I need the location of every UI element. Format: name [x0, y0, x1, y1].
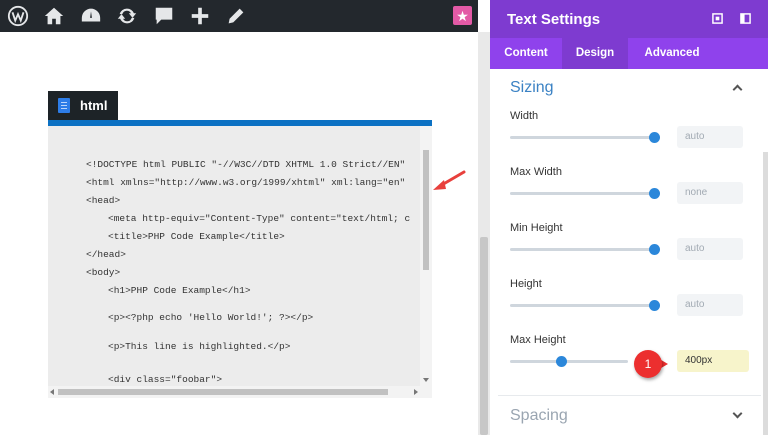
scroll-right-arrow-icon[interactable]: [414, 389, 418, 395]
expand-icon[interactable]: [712, 13, 723, 24]
settings-panel: Text Settings Content Design Advanced Si…: [490, 0, 768, 435]
min-height-slider-track[interactable]: [510, 248, 654, 251]
height-input[interactable]: auto: [677, 294, 743, 316]
code-line: <!DOCTYPE html PUBLIC "-//W3C//DTD XHTML…: [86, 159, 406, 170]
code-line: <meta http-equiv="Content-Type" content=…: [108, 213, 411, 224]
max-height-slider-track[interactable]: [510, 360, 628, 363]
code-line: <head>: [86, 195, 121, 206]
code-vertical-scrollbar[interactable]: [420, 126, 432, 386]
chevron-up-icon[interactable]: [732, 84, 743, 95]
page-scrollbar[interactable]: [478, 32, 490, 435]
dashboard-icon[interactable]: [79, 4, 103, 28]
code-line: <html xmlns="http://www.w3.org/1999/xhtm…: [86, 177, 406, 188]
max-height-input[interactable]: 400px: [677, 350, 749, 372]
field-label-height: Height: [510, 278, 542, 290]
module-label[interactable]: html: [48, 91, 118, 120]
code-block: <!DOCTYPE html PUBLIC "-//W3C//DTD XHTML…: [48, 126, 432, 398]
code-lines: <!DOCTYPE html PUBLIC "-//W3C//DTD XHTML…: [48, 126, 420, 386]
comment-icon[interactable]: [152, 4, 176, 28]
tab-advanced[interactable]: Advanced: [628, 38, 716, 69]
document-icon: [58, 98, 70, 113]
code-line: <div class="foobar">: [108, 374, 223, 385]
code-horizontal-scrollbar-thumb[interactable]: [58, 389, 388, 395]
code-horizontal-scrollbar[interactable]: [48, 386, 432, 398]
panel-header: Text Settings: [490, 0, 768, 38]
max-width-input[interactable]: none: [677, 182, 743, 204]
home-icon[interactable]: [42, 4, 66, 28]
code-vertical-scrollbar-thumb[interactable]: [423, 150, 429, 270]
max-width-slider-handle[interactable]: [649, 188, 660, 199]
field-label-min-height: Min Height: [510, 222, 563, 234]
code-line: </head>: [86, 249, 126, 260]
width-input[interactable]: auto: [677, 126, 743, 148]
section-divider: [498, 395, 761, 396]
height-slider-track[interactable]: [510, 304, 654, 307]
min-height-input[interactable]: auto: [677, 238, 743, 260]
tab-content[interactable]: Content: [490, 38, 562, 69]
height-slider-handle[interactable]: [649, 300, 660, 311]
refresh-icon[interactable]: [115, 4, 139, 28]
scroll-left-arrow-icon[interactable]: [50, 389, 54, 395]
min-height-slider-handle[interactable]: [649, 244, 660, 255]
scroll-down-arrow-icon[interactable]: [423, 378, 429, 382]
panel-body: Sizing Width auto Max Width none Min Hei…: [490, 69, 768, 435]
callout-badge: 1: [634, 350, 662, 378]
width-slider-handle[interactable]: [649, 132, 660, 143]
chevron-down-icon[interactable]: [732, 408, 743, 419]
pencil-icon[interactable]: [224, 4, 248, 28]
field-label-max-height: Max Height: [510, 334, 566, 346]
module-label-text: html: [80, 98, 108, 113]
code-line: <body>: [86, 267, 121, 278]
wordpress-icon[interactable]: [6, 4, 30, 28]
width-slider-track[interactable]: [510, 136, 654, 139]
code-line: <p><?php echo 'Hello World!'; ?></p>: [108, 312, 314, 323]
panel-tabs: Content Design Advanced: [490, 38, 768, 69]
star-icon[interactable]: ★: [453, 6, 472, 25]
max-height-slider-handle[interactable]: [556, 356, 567, 367]
annotation-arrow-icon: [433, 170, 466, 190]
page-scrollbar-thumb[interactable]: [480, 237, 488, 435]
section-sizing-title[interactable]: Sizing: [510, 79, 554, 97]
admin-bar: ★: [0, 0, 478, 32]
code-line: <p>This line is highlighted.</p>: [108, 341, 291, 352]
field-label-width: Width: [510, 110, 539, 122]
code-line: <h1>PHP Code Example</h1>: [108, 285, 251, 296]
section-spacing-title[interactable]: Spacing: [510, 407, 568, 425]
plus-icon[interactable]: [188, 4, 212, 28]
tab-design[interactable]: Design: [562, 38, 628, 69]
panel-title: Text Settings: [507, 11, 601, 28]
max-width-slider-track[interactable]: [510, 192, 654, 195]
sidebar-toggle-icon[interactable]: [740, 13, 751, 24]
panel-scrollbar[interactable]: [763, 152, 768, 435]
field-label-max-width: Max Width: [510, 166, 562, 178]
code-line: <title>PHP Code Example</title>: [108, 231, 285, 242]
